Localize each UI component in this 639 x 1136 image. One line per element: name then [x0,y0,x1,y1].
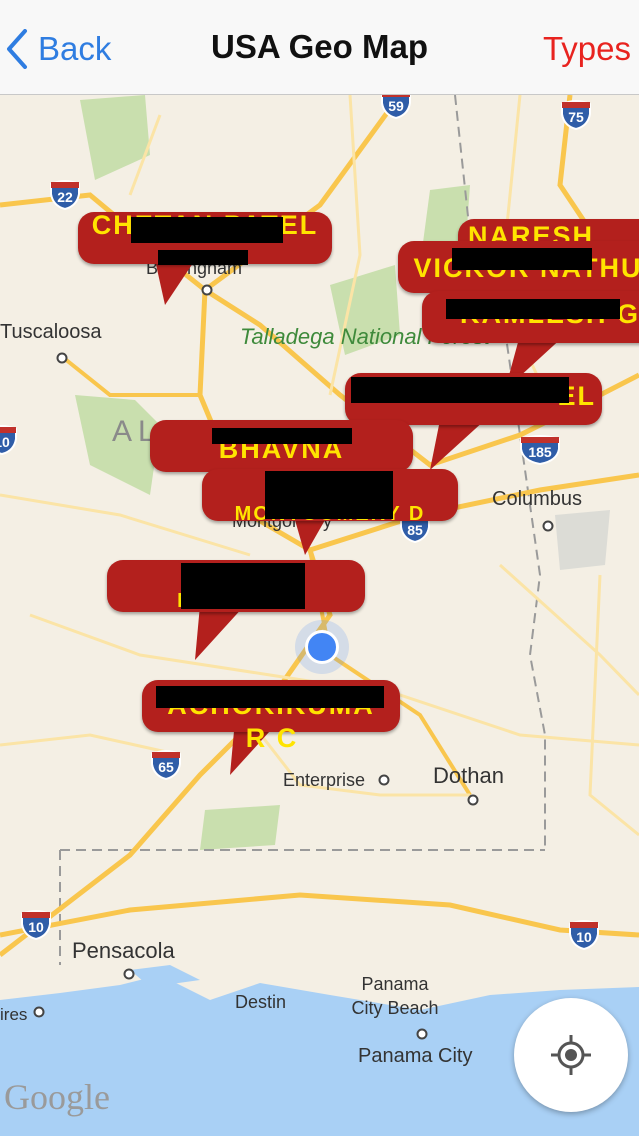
city-dot-icon [33,1006,45,1018]
forest-label: Talladega National Forest [240,324,490,349]
place-label-panama-city: Panama City [358,1045,473,1067]
map-marker-callout[interactable]: KAMLESH G [422,291,639,343]
map-marker-callout[interactable]: EL [345,373,602,425]
map-marker-callout[interactable]: NATIONAL [107,560,365,612]
place-label-ires: ires [0,1005,28,1024]
interstate-shield-10-east: 10 [568,920,600,951]
marker-pointer-icon [195,605,245,660]
google-attribution: Google [4,1077,110,1117]
redaction-bar [452,248,592,270]
map-marker-callout[interactable]: BHAVNA [150,420,413,472]
types-button[interactable]: Types [543,30,631,68]
redaction-bar [351,377,569,403]
redaction-bar [212,428,352,444]
chevron-left-icon [7,29,27,69]
city-dot-icon [467,794,479,806]
user-location-icon [305,630,339,664]
place-label-tuscaloosa: Tuscaloosa [0,321,102,343]
interstate-shield-10-west: 10 [20,910,52,941]
back-button[interactable]: Back [6,24,111,74]
interstate-shield-75: 75 [560,100,592,131]
marker-label: R C [245,723,299,753]
place-label-dothan: Dothan [433,763,504,788]
map-marker-callout[interactable]: MONTGOMERY D [202,469,458,525]
city-dot-icon [378,774,390,786]
redaction-bar [181,563,305,609]
city-dot-icon [123,968,135,980]
redaction-bar [158,250,248,265]
place-label-destin: Destin [235,992,287,1012]
redaction-bar [131,217,283,243]
my-location-icon [551,1035,591,1075]
map-marker-callout[interactable]: VICKOR NATHU [398,241,639,293]
interstate-shield-59: 59 [380,95,412,120]
my-location-button[interactable] [514,998,628,1112]
interstate-shield-185: 185 [519,435,561,466]
marker-pointer-icon [155,260,195,305]
redaction-bar [265,471,393,519]
interstate-shield-22: 22 [49,180,81,211]
map-view[interactable]: Tuscaloosa Columbus Enterprise Dothan Pe… [0,95,639,1136]
place-label-pensacola: Pensacola [72,938,175,963]
place-label-enterprise: Enterprise [283,770,366,790]
marker-pointer-icon [430,420,485,470]
place-label-columbus: Columbus [492,488,583,510]
place-label-panama-city-beach: Panama City Beach [351,974,439,1018]
back-label: Back [38,30,112,67]
interstate-shield-65: 65 [150,750,182,781]
city-dot-icon [542,520,554,532]
interstate-shield-10-left: 10 [0,425,18,456]
marker-pointer-icon [295,520,325,555]
redaction-bar [156,686,384,708]
city-dot-icon [416,1028,428,1040]
map-marker-callout[interactable]: CHETAN PATEL [78,210,332,265]
redaction-bar [446,299,620,319]
navigation-bar: Back USA Geo Map Types [0,0,639,95]
city-dot-icon [56,352,68,364]
